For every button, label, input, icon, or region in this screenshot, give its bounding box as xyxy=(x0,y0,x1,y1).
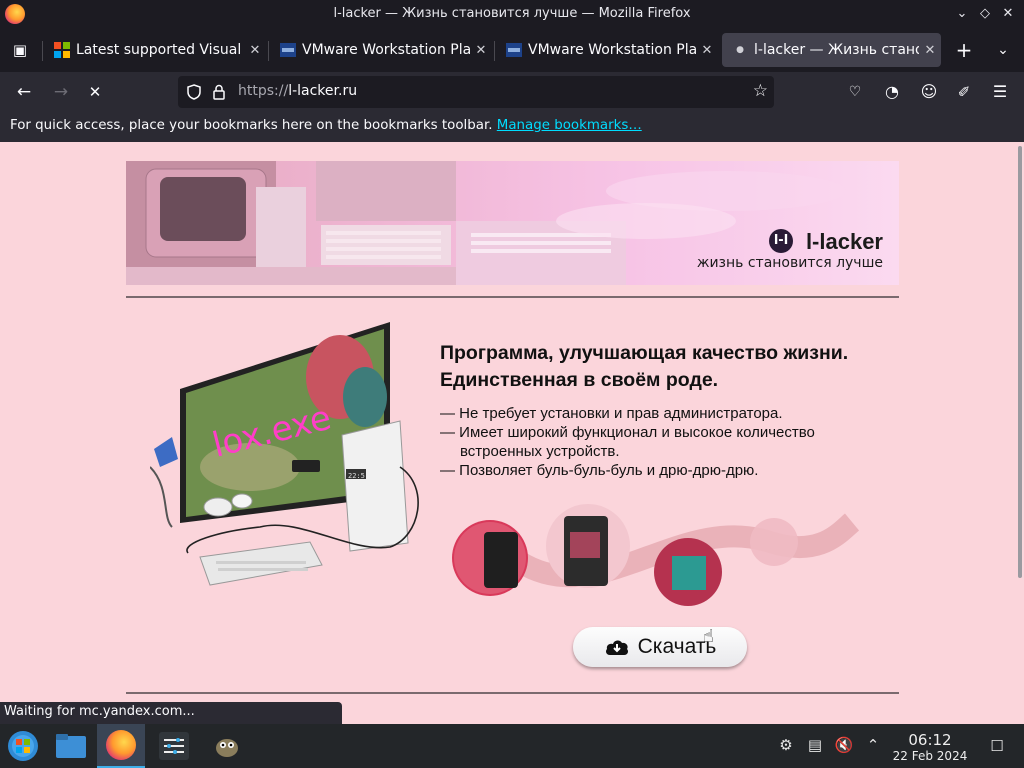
page-scrollbar[interactable] xyxy=(1018,146,1022,578)
start-menu-button[interactable] xyxy=(0,724,48,768)
shield-icon[interactable] xyxy=(187,84,201,100)
cloud-download-icon xyxy=(605,640,628,655)
clock-date: 22 Feb 2024 xyxy=(892,749,968,763)
lock-icon[interactable] xyxy=(213,84,225,100)
list-all-tabs-icon[interactable]: ⌄ xyxy=(991,38,1015,62)
tab-label: VMware Workstation Play xyxy=(302,42,470,58)
folder-icon xyxy=(56,734,86,758)
url-prefix: https:// xyxy=(238,83,289,99)
divider-bottom xyxy=(126,692,899,694)
tab-vmware-2[interactable]: VMware Workstation Play ✕ xyxy=(496,33,718,67)
close-window-icon[interactable]: ✕ xyxy=(999,5,1017,23)
brand-logo: l-l xyxy=(769,229,793,253)
promo-heading-line2: Единственная в своём роде. xyxy=(440,369,719,391)
tab-l-lacker[interactable]: ● l-lacker — Жизнь станов ✕ xyxy=(722,33,941,67)
feature-item: — Имеет широкий функционал и высокое кол… xyxy=(440,424,815,441)
firefox-icon xyxy=(106,730,136,760)
page-content: l-l l-lacker жизнь становится лучше lox.… xyxy=(0,142,1024,724)
bubbles-illustration xyxy=(452,504,860,606)
vmware-icon xyxy=(506,43,522,57)
taskbar-clock[interactable]: 06:12 22 Feb 2024 xyxy=(886,731,974,763)
bookmarks-hint: For quick access, place your bookmarks h… xyxy=(10,118,642,133)
url-text[interactable]: https://l-lacker.ru xyxy=(238,83,357,99)
clipboard-icon[interactable]: ▤ xyxy=(804,734,826,756)
divider-top xyxy=(126,296,899,298)
bookmarks-hint-text: For quick access, place your bookmarks h… xyxy=(10,118,493,133)
menu-icon[interactable]: ☰ xyxy=(988,80,1012,104)
bookmark-star-icon[interactable]: ☆ xyxy=(753,81,768,101)
download-button[interactable]: Скачать xyxy=(573,627,747,667)
maximize-icon[interactable]: ◇ xyxy=(976,5,994,23)
stop-loading-icon[interactable]: ✕ xyxy=(83,80,107,104)
back-icon[interactable]: ← xyxy=(12,80,36,104)
account-icon[interactable]: ☺ xyxy=(917,80,941,104)
extensions-icon[interactable]: ✐ xyxy=(952,80,976,104)
new-tab-icon[interactable]: + xyxy=(952,38,976,62)
tab-vmware-1[interactable]: VMware Workstation Play ✕ xyxy=(270,33,492,67)
manage-bookmarks-link[interactable]: Manage bookmarks… xyxy=(497,118,642,133)
bookmarks-toolbar: For quick access, place your bookmarks h… xyxy=(0,112,1024,142)
pocket-icon[interactable]: ♡ xyxy=(843,80,867,104)
close-tab-icon[interactable]: ✕ xyxy=(470,43,492,58)
start-orb-icon xyxy=(8,731,38,761)
tab-label: l-lacker — Жизнь станов xyxy=(754,42,919,58)
loading-dot-icon: ● xyxy=(736,45,744,55)
taskbar-gimp[interactable] xyxy=(202,724,250,768)
vmware-icon xyxy=(280,43,296,57)
promo-heading-line1: Программа, улучшающая качество жизни. xyxy=(440,342,849,364)
feature-item: — Позволяет буль-буль-буль и дрю-дрю-дрю… xyxy=(440,462,759,479)
pc-clock-display: 22:5 xyxy=(348,472,365,480)
settings-sliders-icon xyxy=(159,732,189,760)
clock-time: 06:12 xyxy=(908,731,952,749)
firefox-view-icon[interactable]: ▣ xyxy=(8,38,32,62)
close-tab-icon[interactable]: ✕ xyxy=(696,43,718,58)
taskbar-file-manager[interactable] xyxy=(48,724,96,768)
status-bar: Waiting for mc.yandex.com... xyxy=(0,702,342,724)
tray-expand-icon[interactable]: ⌃ xyxy=(862,734,884,756)
brand-tagline: жизнь становится лучше xyxy=(696,255,883,271)
site-banner: l-l l-lacker жизнь становится лучше xyxy=(126,161,899,285)
minimize-icon[interactable]: ⌄ xyxy=(953,5,971,23)
window-title: l-lacker — Жизнь становится лучше — Mozi… xyxy=(333,6,691,21)
brand-name: l-lacker xyxy=(805,229,883,254)
feature-list: — Не требует установки и прав администра… xyxy=(440,404,815,480)
computer-illustration: lox.exe 22:5 xyxy=(150,322,419,586)
close-tab-icon[interactable]: ✕ xyxy=(244,43,266,58)
gimp-icon xyxy=(216,739,238,757)
tab-label: Latest supported Visual C xyxy=(76,42,244,58)
forward-icon[interactable]: → xyxy=(49,80,73,104)
microsoft-icon xyxy=(54,42,70,58)
tab-visual-c[interactable]: Latest supported Visual C ✕ xyxy=(44,33,266,67)
volume-muted-icon[interactable]: 🔇 xyxy=(833,734,855,756)
taskbar-firefox[interactable] xyxy=(97,724,145,768)
promo-heading: Программа, улучшающая качество жизни. Ед… xyxy=(440,340,848,394)
sync-icon[interactable]: ◔ xyxy=(880,80,904,104)
taskbar: ⚙ ▤ 🔇 ⌃ 06:12 22 Feb 2024 ☐ xyxy=(0,724,1024,768)
hand-cursor-icon: ☝ xyxy=(703,626,714,647)
url-host: l-lacker.ru xyxy=(288,83,358,99)
network-icon[interactable]: ⚙ xyxy=(775,734,797,756)
taskbar-settings[interactable] xyxy=(150,724,198,768)
feature-item: — Не требует установки и прав администра… xyxy=(440,405,783,422)
window-titlebar: l-lacker — Жизнь становится лучше — Mozi… xyxy=(0,0,1024,29)
show-desktop-icon[interactable]: ☐ xyxy=(986,735,1008,757)
feature-item: встроенных устройств. xyxy=(460,443,620,460)
tab-bar: ▣ Latest supported Visual C ✕ VMware Wor… xyxy=(0,29,1024,72)
address-bar[interactable]: https://l-lacker.ru ☆ xyxy=(178,76,774,108)
tab-label: VMware Workstation Play xyxy=(528,42,696,58)
close-tab-icon[interactable]: ✕ xyxy=(919,43,941,58)
